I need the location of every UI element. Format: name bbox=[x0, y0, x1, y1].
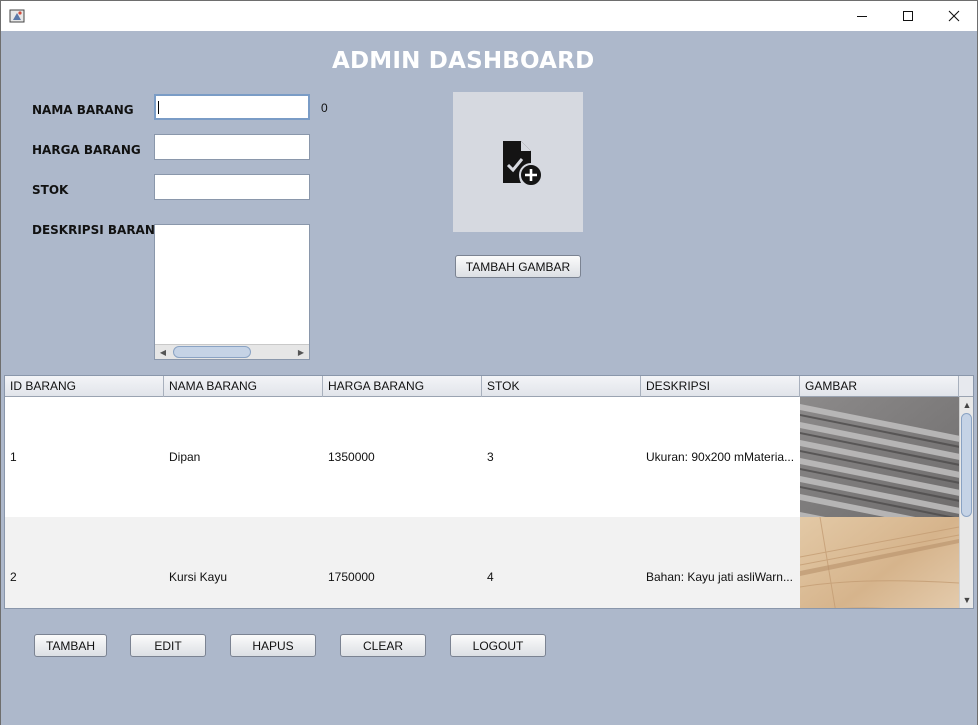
cell-nama: Kursi Kayu bbox=[169, 570, 228, 584]
horizontal-scrollbar[interactable]: ◀ ▶ bbox=[155, 344, 309, 359]
horizontal-scroll-thumb[interactable] bbox=[173, 346, 251, 358]
wood-chair-thumbnail bbox=[800, 517, 959, 608]
minimize-button[interactable] bbox=[839, 1, 885, 31]
table-header: ID BARANG NAMA BARANG HARGA BARANG STOK … bbox=[5, 376, 959, 397]
character-counter: 0 bbox=[321, 101, 328, 115]
cell-gambar bbox=[800, 397, 959, 517]
tambah-button[interactable]: TAMBAH bbox=[34, 634, 107, 657]
column-header-stok[interactable]: STOK bbox=[482, 376, 641, 397]
cell-id: 2 bbox=[10, 570, 17, 584]
harga-barang-label: HARGA BARANG bbox=[32, 143, 141, 157]
cell-deskripsi: Ukuran: 90x200 mMateria... bbox=[646, 450, 795, 464]
nama-barang-input[interactable] bbox=[154, 94, 310, 120]
scroll-left-icon[interactable]: ◀ bbox=[156, 346, 170, 359]
nama-barang-label: NAMA BARANG bbox=[32, 103, 134, 117]
close-button[interactable] bbox=[931, 1, 977, 31]
maximize-icon bbox=[903, 11, 913, 21]
close-icon bbox=[948, 10, 960, 22]
column-header-deskripsi[interactable]: DESKRIPSI bbox=[641, 376, 800, 397]
cell-gambar bbox=[800, 517, 959, 608]
app-window: ADMIN DASHBOARD NAMA BARANG HARGA BARANG… bbox=[0, 0, 978, 725]
deskripsi-barang-label: DESKRIPSI BARANG bbox=[32, 223, 165, 237]
text-caret bbox=[158, 101, 159, 114]
add-file-icon bbox=[503, 141, 543, 187]
cell-harga: 1350000 bbox=[328, 450, 375, 464]
scroll-up-icon[interactable]: ▲ bbox=[960, 398, 973, 412]
cell-stok: 4 bbox=[487, 570, 494, 584]
cell-deskripsi: Bahan: Kayu jati asliWarn... bbox=[646, 570, 793, 584]
image-preview bbox=[453, 92, 583, 232]
column-header-nama[interactable]: NAMA BARANG bbox=[164, 376, 323, 397]
vertical-scroll-thumb[interactable] bbox=[961, 413, 972, 517]
column-header-harga[interactable]: HARGA BARANG bbox=[323, 376, 482, 397]
title-bar bbox=[1, 1, 977, 31]
deskripsi-barang-textarea[interactable]: ◀ ▶ bbox=[154, 224, 310, 360]
dashboard-panel: ADMIN DASHBOARD NAMA BARANG HARGA BARANG… bbox=[1, 31, 977, 725]
scroll-down-icon[interactable]: ▼ bbox=[960, 593, 973, 607]
column-header-id[interactable]: ID BARANG bbox=[5, 376, 164, 397]
column-header-gambar[interactable]: GAMBAR bbox=[800, 376, 959, 397]
harga-barang-input[interactable] bbox=[154, 134, 310, 160]
hapus-button[interactable]: HAPUS bbox=[230, 634, 316, 657]
cell-id: 1 bbox=[10, 450, 17, 464]
stok-label: STOK bbox=[32, 183, 69, 197]
page-title: ADMIN DASHBOARD bbox=[332, 48, 595, 74]
java-app-icon bbox=[9, 9, 25, 23]
tambah-gambar-button[interactable]: TAMBAH GAMBAR bbox=[455, 255, 581, 278]
clear-button[interactable]: CLEAR bbox=[340, 634, 426, 657]
barang-table: ID BARANG NAMA BARANG HARGA BARANG STOK … bbox=[4, 375, 974, 609]
bed-slats-thumbnail bbox=[800, 397, 959, 517]
table-row[interactable]: 1 Dipan 1350000 3 Ukuran: 90x200 mMateri… bbox=[5, 397, 959, 517]
scroll-right-icon[interactable]: ▶ bbox=[294, 346, 308, 359]
logout-button[interactable]: LOGOUT bbox=[450, 634, 546, 657]
cell-harga: 1750000 bbox=[328, 570, 375, 584]
table-header-corner bbox=[959, 376, 973, 397]
minimize-icon bbox=[857, 16, 867, 17]
stok-input[interactable] bbox=[154, 174, 310, 200]
maximize-button[interactable] bbox=[885, 1, 931, 31]
cell-stok: 3 bbox=[487, 450, 494, 464]
edit-button[interactable]: EDIT bbox=[130, 634, 206, 657]
cell-nama: Dipan bbox=[169, 450, 201, 464]
vertical-scrollbar[interactable]: ▲ ▼ bbox=[959, 397, 973, 608]
table-row[interactable]: 2 Kursi Kayu 1750000 4 Bahan: Kayu jati … bbox=[5, 517, 959, 608]
